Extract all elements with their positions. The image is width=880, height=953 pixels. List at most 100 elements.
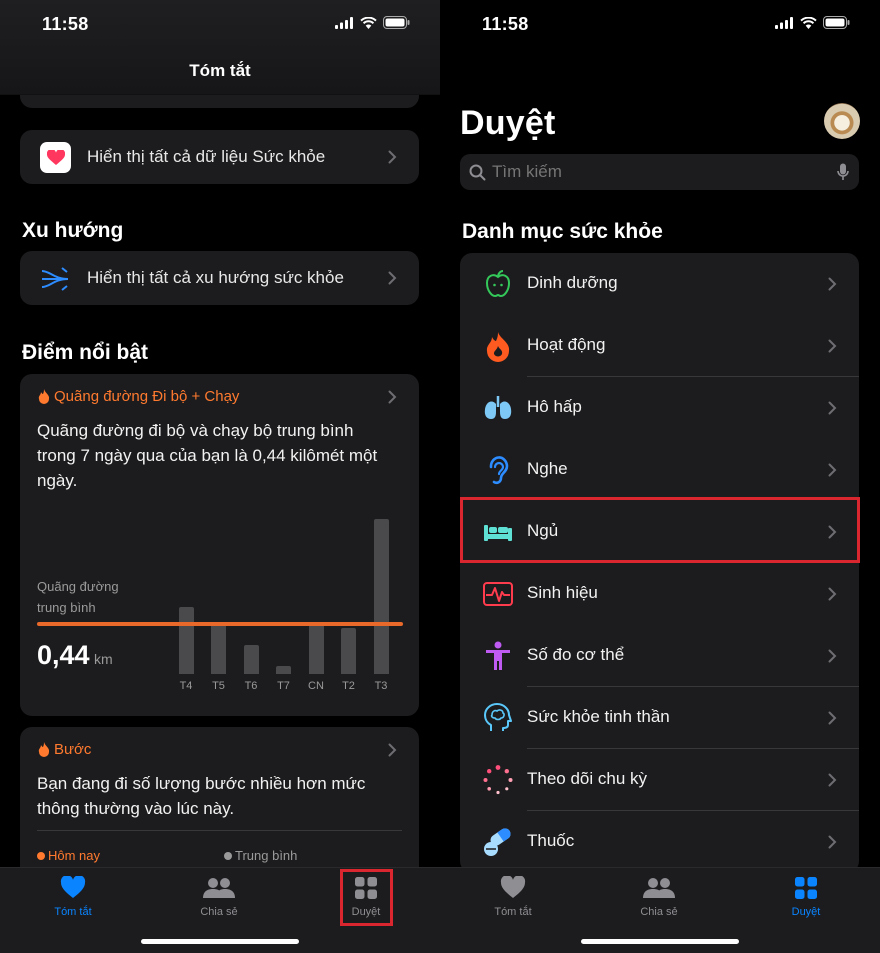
tab-summary-label: Tóm tắt (494, 906, 532, 918)
category-label: Hoạt động (527, 335, 606, 354)
category-label: Thuốc (527, 831, 575, 850)
legend-average-label: Trung bình (235, 848, 298, 863)
home-indicator (581, 939, 739, 944)
category-label: Nghe (527, 459, 568, 478)
category-row[interactable]: Theo dõi chu kỳ (460, 749, 859, 811)
legend-dot (224, 851, 232, 860)
legend-today-label: Hôm nay (48, 848, 101, 863)
average-label-line-2: trung bình (37, 600, 96, 615)
chevron-right-icon (828, 587, 837, 601)
search-bar[interactable] (460, 154, 859, 190)
category-row[interactable]: Dinh dưỡng (460, 253, 859, 315)
chevron-right-icon (388, 390, 397, 404)
head-icon (484, 703, 512, 731)
show-all-trends-label: Hiển thị tất cả xu hướng sức khỏe (87, 268, 344, 287)
page-title: Duyệt (460, 104, 556, 142)
apple-icon (485, 270, 511, 298)
tab-sharing-label: Chia sẻ (640, 906, 678, 918)
search-input[interactable] (492, 162, 713, 182)
chevron-right-icon (828, 773, 837, 787)
show-all-trends-row[interactable]: Hiển thị tất cả xu hướng sức khỏe (20, 251, 419, 305)
microphone-icon[interactable] (837, 163, 849, 182)
show-all-data-label: Hiển thị tất cả dữ liệu Sức khỏe (87, 147, 326, 166)
wifi-icon (360, 16, 377, 29)
steps-card-title-text: Bước (54, 741, 92, 758)
home-indicator (141, 939, 299, 944)
grid-icon (795, 877, 817, 899)
tab-browse-label: Duyệt (791, 906, 821, 918)
divider (37, 830, 402, 831)
category-label: Hô hấp (527, 397, 582, 416)
signal-icon (335, 16, 353, 29)
chevron-right-icon (828, 339, 837, 353)
walking-distance-card[interactable]: Quãng đường Đi bộ + Chạy Quãng đường đi … (20, 374, 419, 716)
tab-summary[interactable]: Tóm tắt (28, 876, 118, 918)
category-label: Theo dõi chu kỳ (527, 769, 648, 788)
trends-title: Xu hướng (22, 219, 124, 242)
chevron-right-icon (828, 711, 837, 725)
avatar[interactable] (824, 103, 860, 139)
category-row[interactable]: Sức khỏe tinh thần (460, 687, 859, 749)
tab-summary-label: Tóm tắt (54, 906, 92, 918)
heart-icon (60, 876, 86, 898)
heart-icon (500, 876, 526, 898)
chevron-right-icon (828, 463, 837, 477)
average-label-line-1: Quãng đường (37, 579, 119, 594)
highlights-title: Điểm nổi bật (22, 341, 149, 364)
figure-icon (486, 641, 510, 670)
cycle-icon (483, 765, 513, 795)
average-label: Quãng đường trung bình (37, 576, 119, 618)
steps-card[interactable]: Bước Bạn đang đi số lượng bước nhiều hơn… (20, 727, 419, 887)
annotation-highlight-browse-tab (340, 869, 393, 926)
people-icon (203, 878, 235, 898)
legend-average: Trung bình (224, 848, 297, 863)
category-row[interactable]: Sinh hiệu (460, 563, 859, 625)
category-label: Dinh dưỡng (527, 273, 618, 292)
chevron-right-icon (388, 150, 397, 164)
categories-list: Dinh dưỡng Hoạt động Hô hấp Nghe Ngủ Sin… (460, 253, 859, 873)
flame-icon (38, 742, 50, 757)
chevron-right-icon (388, 271, 397, 285)
people-icon (643, 878, 675, 898)
browse-screen: 11:58 Duyệt Danh mục sức khỏe Dinh dưỡng… (440, 0, 880, 953)
category-row[interactable]: Số đo cơ thể (460, 625, 859, 687)
category-row[interactable]: Nghe (460, 439, 859, 501)
annotation-highlight-sleep-row (460, 497, 860, 563)
flame-icon (486, 332, 510, 362)
ear-icon (489, 456, 509, 485)
tab-sharing[interactable]: Chia sẻ (174, 876, 264, 918)
status-icons (775, 16, 850, 29)
chevron-right-icon (828, 835, 837, 849)
walking-card-title-text: Quãng đường Đi bộ + Chạy (54, 388, 240, 405)
tab-browse[interactable]: Duyệt (761, 876, 851, 918)
lungs-icon (484, 396, 512, 419)
category-label: Sức khỏe tinh thần (527, 707, 670, 726)
walking-card-title: Quãng đường Đi bộ + Chạy (38, 388, 239, 405)
chevron-right-icon (828, 649, 837, 663)
average-unit: km (94, 651, 113, 667)
search-icon (469, 164, 486, 181)
average-number: 0,44 (37, 640, 90, 670)
tab-sharing[interactable]: Chia sẻ (614, 876, 704, 918)
status-icons (335, 16, 410, 29)
summary-screen: Hiển thị tất cả dữ liệu Sức khỏe Xu hướn… (0, 0, 440, 953)
flame-icon (38, 389, 50, 404)
page-title: Tóm tắt (189, 61, 251, 80)
vitals-icon (483, 582, 513, 606)
battery-icon (823, 16, 850, 29)
wifi-icon (800, 16, 817, 29)
steps-card-text: Bạn đang đi số lượng bước nhiều hơn mức … (37, 774, 366, 818)
chevron-right-icon (828, 277, 837, 291)
steps-card-title: Bước (38, 741, 91, 758)
signal-icon (775, 16, 793, 29)
battery-icon (383, 16, 410, 29)
show-all-data-row[interactable]: Hiển thị tất cả dữ liệu Sức khỏe (20, 130, 419, 184)
category-row[interactable]: Hô hấp (460, 377, 859, 439)
category-row[interactable]: Thuốc (460, 811, 859, 873)
pill-icon (484, 828, 511, 856)
categories-title: Danh mục sức khỏe (462, 220, 663, 243)
trends-icon (41, 267, 69, 291)
tab-summary[interactable]: Tóm tắt (468, 876, 558, 918)
category-row[interactable]: Hoạt động (460, 315, 859, 377)
legend-dot (37, 851, 45, 860)
